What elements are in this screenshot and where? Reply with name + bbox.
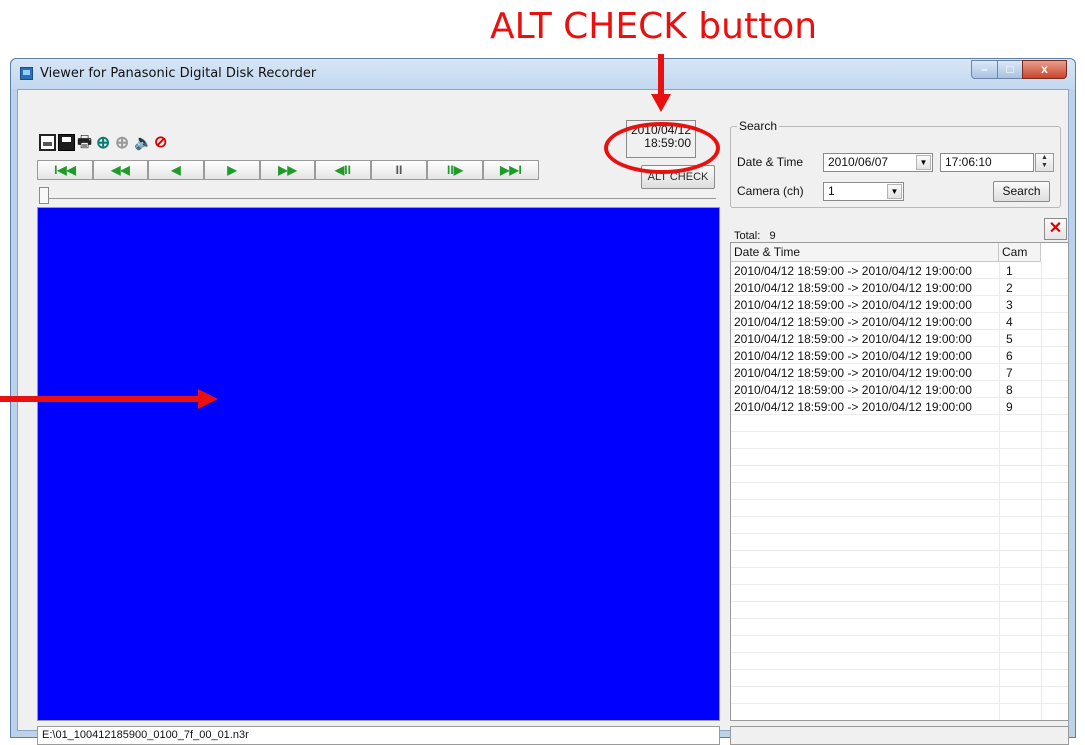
save-icon[interactable]: [58, 134, 75, 151]
last-frame-button[interactable]: ▶▶I: [483, 160, 539, 180]
zoom-icon[interactable]: ⊕: [115, 134, 132, 151]
chevron-down-icon[interactable]: ▼: [916, 155, 931, 170]
annotation-arrow-right: [0, 396, 202, 402]
row-cam: 3: [1006, 298, 1013, 312]
annotation-arrow-head: [198, 389, 218, 409]
results-list[interactable]: Date & Time Cam 2010/04/12 18:59:00 -> 2…: [730, 242, 1069, 721]
camera-select[interactable]: 1 ▼: [823, 182, 904, 201]
date-select-value: 2010/06/07: [828, 155, 889, 169]
title-bar[interactable]: Viewer for Panasonic Digital Disk Record…: [11, 59, 1075, 89]
column-header-cam[interactable]: Cam: [999, 243, 1041, 262]
date-select[interactable]: 2010/06/07 ▼: [823, 153, 933, 172]
row-cam: 1: [1006, 264, 1013, 278]
maximize-button[interactable]: □: [997, 60, 1023, 79]
video-display[interactable]: [37, 207, 720, 721]
clear-list-button[interactable]: ✕: [1044, 218, 1067, 240]
annotation-highlight-ellipse: [604, 122, 720, 174]
row-date-time: 2010/04/12 18:59:00 -> 2010/04/12 19:00:…: [734, 298, 972, 312]
row-cam: 8: [1006, 383, 1013, 397]
row-cam: 5: [1006, 332, 1013, 346]
close-button[interactable]: x: [1022, 60, 1067, 79]
app-icon: [20, 67, 33, 80]
row-date-time: 2010/04/12 18:59:00 -> 2010/04/12 19:00:…: [734, 315, 972, 329]
pause-button[interactable]: II: [371, 160, 427, 180]
row-cam: 6: [1006, 349, 1013, 363]
search-legend: Search: [737, 119, 780, 133]
time-field[interactable]: 17:06:10: [940, 153, 1034, 172]
column-header-date-time[interactable]: Date & Time: [731, 243, 999, 262]
column-divider: [999, 262, 1000, 720]
minimize-button[interactable]: –: [971, 60, 998, 79]
row-date-time: 2010/04/12 18:59:00 -> 2010/04/12 19:00:…: [734, 366, 972, 380]
play-button[interactable]: ▶: [204, 160, 260, 180]
row-date-time: 2010/04/12 18:59:00 -> 2010/04/12 19:00:…: [734, 400, 972, 414]
fast-forward-button[interactable]: ▶▶: [260, 160, 315, 180]
seek-slider-track[interactable]: [39, 198, 716, 199]
column-divider: [1041, 262, 1042, 720]
row-cam: 4: [1006, 315, 1013, 329]
print-icon[interactable]: 🖶: [77, 134, 94, 151]
window-title: Viewer for Panasonic Digital Disk Record…: [40, 66, 317, 81]
annotation-title: ALT CHECK button: [490, 6, 818, 47]
frame-back-button[interactable]: ◀II: [315, 160, 371, 180]
camera-label: Camera (ch): [737, 184, 804, 198]
zoom-in-icon[interactable]: ⊕: [96, 134, 113, 151]
stop-icon[interactable]: ⊘: [154, 134, 171, 151]
row-date-time: 2010/04/12 18:59:00 -> 2010/04/12 19:00:…: [734, 332, 972, 346]
row-date-time: 2010/04/12 18:59:00 -> 2010/04/12 19:00:…: [734, 349, 972, 363]
row-date-time: 2010/04/12 18:59:00 -> 2010/04/12 19:00:…: [734, 383, 972, 397]
first-frame-button[interactable]: I◀◀: [37, 160, 93, 180]
total-count: Total: 9: [734, 230, 776, 242]
seek-slider-thumb[interactable]: [39, 187, 49, 204]
time-spinner[interactable]: ▲ ▼: [1035, 153, 1054, 172]
total-value: 9: [769, 230, 776, 242]
annotation-arrow-head: [651, 94, 671, 112]
camera-select-value: 1: [828, 184, 835, 198]
row-cam: 2: [1006, 281, 1013, 295]
row-date-time: 2010/04/12 18:59:00 -> 2010/04/12 19:00:…: [734, 264, 972, 278]
file-path-bar: E:\01_100412185900_0100_7f_00_01.n3r: [37, 726, 720, 745]
audio-icon[interactable]: 🔈: [134, 134, 153, 151]
search-button[interactable]: Search: [993, 181, 1050, 202]
row-date-time: 2010/04/12 18:59:00 -> 2010/04/12 19:00:…: [734, 281, 972, 295]
client-area: 🖶 ⊕ ⊕ 🔈 ⊘ I◀◀ ◀◀ ◀ ▶ ▶▶ ◀II II II▶ ▶▶I 2…: [17, 89, 1069, 745]
status-bar-right: [730, 726, 1069, 745]
frame-forward-button[interactable]: II▶: [427, 160, 483, 180]
date-time-label: Date & Time: [737, 155, 804, 169]
open-icon[interactable]: [39, 134, 56, 151]
rewind-button[interactable]: ◀◀: [93, 160, 148, 180]
time-field-value: 17:06:10: [945, 155, 992, 169]
chevron-down-icon[interactable]: ▼: [887, 184, 902, 199]
row-cam: 9: [1006, 400, 1013, 414]
reverse-play-button[interactable]: ◀: [148, 160, 204, 180]
row-cam: 7: [1006, 366, 1013, 380]
total-label: Total:: [734, 230, 761, 242]
